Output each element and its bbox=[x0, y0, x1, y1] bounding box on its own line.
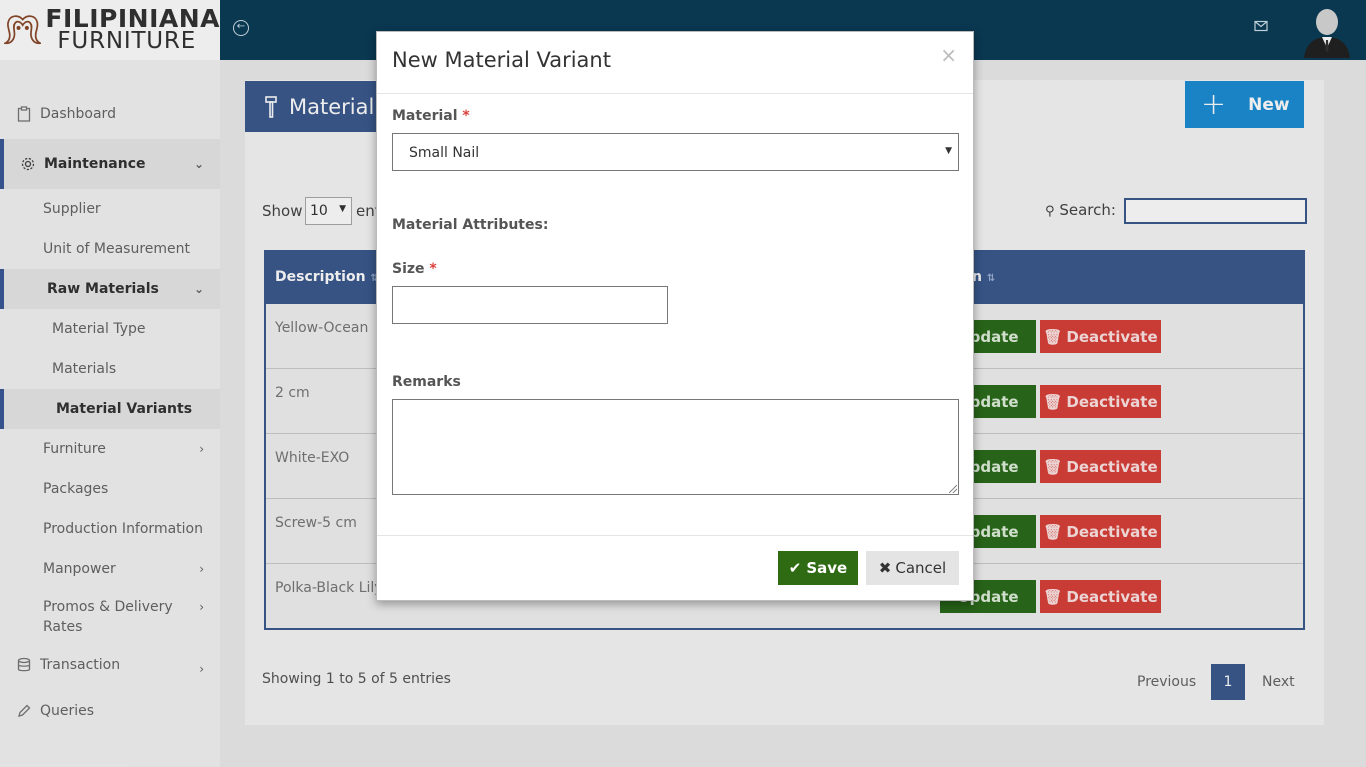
size-input[interactable] bbox=[392, 286, 668, 324]
modal-title: New Material Variant bbox=[392, 48, 611, 72]
remarks-textarea[interactable] bbox=[392, 399, 959, 495]
material-attributes-label: Material Attributes: bbox=[392, 217, 549, 233]
new-material-variant-modal: New Material Variant × Material * Small … bbox=[376, 31, 974, 601]
close-icon: ✖ bbox=[878, 559, 892, 577]
dropdown-arrow-icon: ▼ bbox=[945, 146, 952, 156]
modal-header: New Material Variant × bbox=[377, 32, 973, 94]
required-marker: * bbox=[429, 261, 437, 277]
remarks-label: Remarks bbox=[392, 374, 461, 390]
modal-footer: ✔ Save ✖ Cancel bbox=[377, 535, 973, 601]
size-label: Size * bbox=[392, 261, 437, 277]
check-icon: ✔ bbox=[788, 559, 802, 577]
required-marker: * bbox=[462, 108, 470, 124]
save-button[interactable]: ✔ Save bbox=[778, 551, 858, 585]
cancel-button[interactable]: ✖ Cancel bbox=[866, 551, 959, 585]
material-select[interactable]: Small Nail ▼ bbox=[392, 133, 959, 171]
material-label: Material * bbox=[392, 108, 470, 124]
resize-handle-icon[interactable] bbox=[949, 485, 957, 493]
close-icon[interactable]: × bbox=[940, 43, 957, 67]
